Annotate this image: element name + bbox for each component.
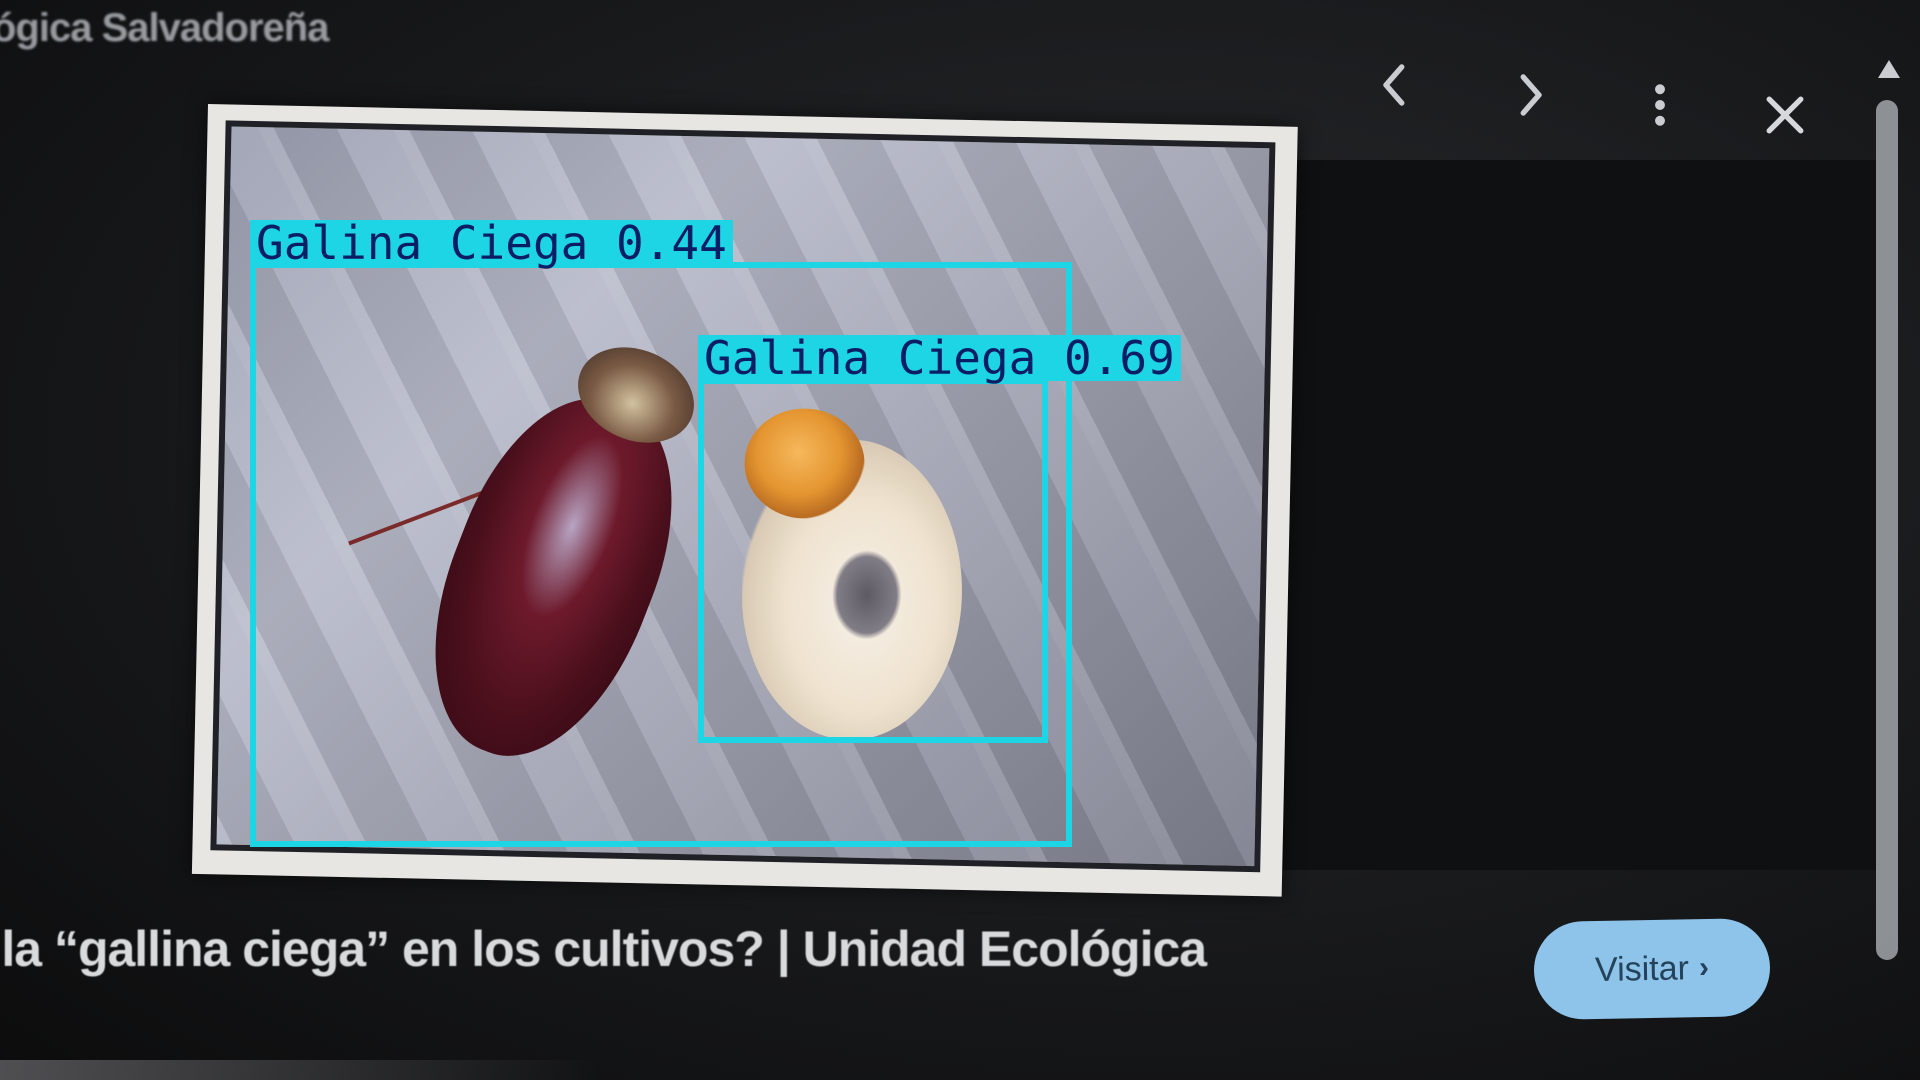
viewer-toolbar <box>1340 40 1820 160</box>
scroll-up-arrow-icon[interactable] <box>1878 60 1900 78</box>
viewer-side-panel <box>1280 160 1880 870</box>
detection-label-1: Galina Ciega 0.44 <box>250 220 733 266</box>
more-vert-icon <box>1655 84 1665 126</box>
source-site-name[interactable]: ógica Salvadoreña <box>0 6 329 51</box>
close-button[interactable] <box>1750 80 1820 150</box>
page-text-fragment <box>0 1060 600 1080</box>
chevron-left-icon <box>1383 64 1405 106</box>
previous-button[interactable] <box>1360 50 1430 120</box>
more-options-button[interactable] <box>1625 70 1695 140</box>
image-caption-title[interactable]: r la “gallina ciega” en los cultivos? | … <box>0 920 1207 978</box>
chevron-right-icon <box>1520 74 1542 116</box>
visit-button[interactable]: Visitar › <box>1533 917 1771 1021</box>
image-viewer-screen: ógica Salvadoreña Galina Ciega 0.44 Gali… <box>0 0 1920 1080</box>
next-button[interactable] <box>1495 60 1565 130</box>
scrollbar-thumb[interactable] <box>1876 100 1898 960</box>
close-icon <box>1766 96 1804 134</box>
visit-button-label: Visitar <box>1594 948 1690 989</box>
scrollbar[interactable] <box>1876 60 1900 1060</box>
detection-label-2: Galina Ciega 0.69 <box>698 335 1181 381</box>
chevron-right-icon: › <box>1698 951 1710 985</box>
